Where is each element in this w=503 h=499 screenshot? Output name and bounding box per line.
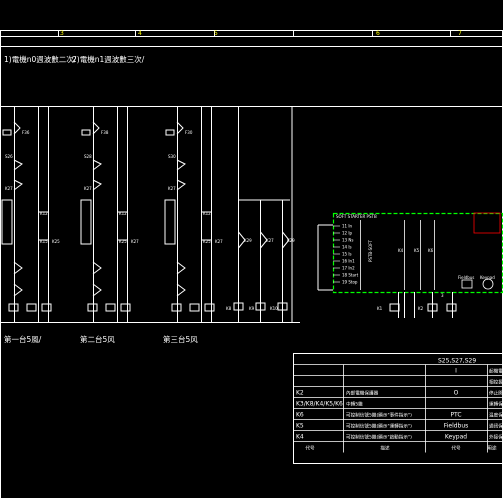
ruler-number: 4 xyxy=(138,30,142,37)
table-cell-value: PTC xyxy=(450,412,461,419)
table-cell-code: K2 xyxy=(296,390,304,397)
legend-table: S25,S27,S29 I 起機電源相控扱 K2 內部電機保護器 O 停止開 K3/K8/K4… xyxy=(293,353,503,464)
table-footer-cell: 描述 xyxy=(380,445,390,452)
k-label: K25 xyxy=(119,239,127,244)
relay-label: K27 xyxy=(168,186,176,191)
k-label: K9 xyxy=(249,306,255,311)
motor-group: F30 S30 K27 K12 K25 K27 xyxy=(164,106,223,322)
motor-group: F38 S28 K27 K12 K25 K27 xyxy=(80,106,139,322)
k-label: K8 xyxy=(226,306,232,311)
soft-starter-side-label: PSTB-SOFT xyxy=(368,240,373,263)
table-cell-note: 温度保 xyxy=(489,412,503,419)
switch-label: S26 xyxy=(5,154,13,159)
ruler-number: 6 xyxy=(376,30,380,37)
soft-starter-box xyxy=(332,212,503,294)
plc-terminal: K1 xyxy=(377,306,383,311)
k-label: K27 xyxy=(266,238,274,243)
table-header-code: S25,S27,S29 xyxy=(438,358,476,365)
table-cell-code: K3/K8/K4/K5/K6 xyxy=(296,401,343,408)
k-label: K27 xyxy=(131,239,139,244)
k-label: K25 xyxy=(203,239,211,244)
table-cell-code: K5 xyxy=(296,423,304,430)
plc-input-label: 19 Stop xyxy=(342,280,358,285)
plc-legend: Keypad xyxy=(480,275,495,280)
plc-input-label: 12 Ip xyxy=(342,231,353,236)
switch-label: S28 xyxy=(84,154,92,159)
relay-label: K27 xyxy=(84,186,92,191)
plc-output: K4 xyxy=(398,248,404,253)
table-footer-cell: 用途 xyxy=(487,445,497,452)
table-cell-note: 停止開 xyxy=(489,390,503,397)
table-cell-desc: 內部電機保護器 xyxy=(346,390,379,397)
note-1: 1)電機n0週波數二次/ xyxy=(4,54,77,64)
table-cell-note: 運轉保 xyxy=(489,401,503,408)
k-label: K10 xyxy=(270,306,278,311)
table-cell-value: Keypad xyxy=(445,434,467,441)
unit-label: 第一台5風/ xyxy=(4,334,42,344)
plc-output: K6 xyxy=(428,248,434,253)
ruler-number: 5 xyxy=(214,30,218,37)
relay-label: K27 xyxy=(5,186,13,191)
plc-input-label: 14 Is xyxy=(342,245,352,250)
plc-terminal: 3 xyxy=(441,293,444,298)
plc-input-label: 11 In xyxy=(342,224,353,229)
unit-label: 第二台5风 xyxy=(80,334,115,344)
plc-input-label: 13 Ns xyxy=(342,238,353,243)
motor-group: F36 S26 K27 K12 K15 K25 xyxy=(1,106,60,322)
table-cell-value: Fieldbus xyxy=(444,423,469,430)
k-label: K27 xyxy=(215,239,223,244)
fuse-label: F36 xyxy=(22,130,30,135)
table-cell-desc: 可控制信號5繼(顯示"事件指示") xyxy=(346,412,412,419)
ruler-number: 3 xyxy=(60,30,64,37)
drawing-frame xyxy=(0,30,503,499)
k-label: K25 xyxy=(52,239,60,244)
schematic: 3 5 6 7 4 1)電機n0週波數二次/ 2)電機n1週波數三次/ F36 S… xyxy=(0,30,503,499)
switch-label: S30 xyxy=(168,154,176,159)
k-label: K12 xyxy=(203,211,211,216)
plc-legend: Fieldbus xyxy=(458,275,474,280)
fuse-label: F38 xyxy=(101,130,109,135)
k-label: K29 xyxy=(287,238,295,243)
k-label: K12 xyxy=(40,211,48,216)
table-cell-note: 通訊保 xyxy=(489,423,503,430)
table-cell-code: K6 xyxy=(296,412,304,419)
plc-output: K5 xyxy=(414,248,420,253)
table-cell-desc: 可控制信號5繼(顯示"啟動指示") xyxy=(346,434,412,441)
table-footer-cell: 代号 xyxy=(451,445,461,452)
table-cell-value: O xyxy=(454,390,459,397)
k-label: K15 xyxy=(40,239,48,244)
table-cell-desc: 中轉5繼 xyxy=(346,401,363,408)
plc-input-label: 15 Is xyxy=(342,252,352,257)
table-cell-code: K4 xyxy=(296,434,304,441)
plc-input-label: 18 Start xyxy=(342,273,359,278)
plc-terminal: K2 xyxy=(418,306,424,311)
soft-starter-title: SOFT STARTER PSTB xyxy=(336,214,377,219)
table-cell-note: 起機電源 xyxy=(489,368,503,375)
note-2: 2)電機n1週波數三次/ xyxy=(72,54,145,64)
k-label: K29 xyxy=(244,238,252,243)
plc-input-label: 17 In2 xyxy=(342,266,355,271)
table-cell-note: 外接保 xyxy=(489,434,503,441)
table-cell-desc: 可控制信號5繼(顯示"運轉指示") xyxy=(346,423,412,430)
plc-input-label: 16 In1 xyxy=(342,259,355,264)
k-label: K12 xyxy=(119,211,127,216)
table-footer-cell: 代号 xyxy=(305,445,315,452)
drawing-canvas: 3 5 6 7 4 1)電機n0週波數二次/ 2)電機n1週波數三次/ F36 S… xyxy=(0,0,503,499)
fuse-label: F30 xyxy=(185,130,193,135)
unit-label: 第三台5风 xyxy=(163,334,198,344)
table-cell-value: I xyxy=(455,368,457,375)
ruler-number: 7 xyxy=(458,30,462,37)
table-cell-note: 相控扱 xyxy=(489,379,503,386)
